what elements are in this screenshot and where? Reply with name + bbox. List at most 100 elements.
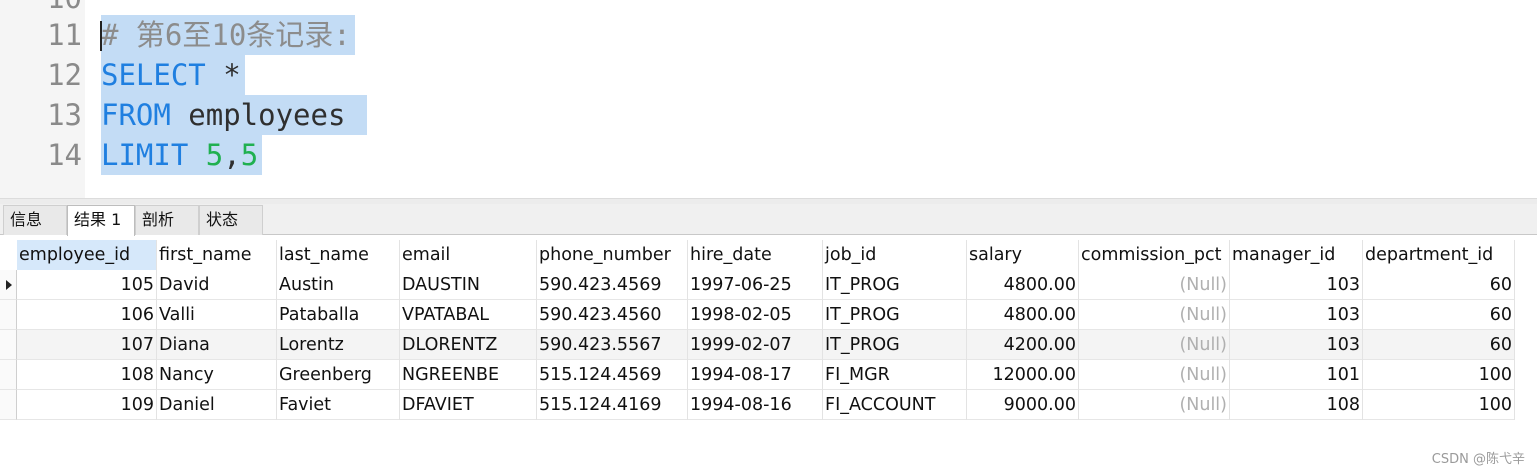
cell-employee-id[interactable]: 106 [17,300,157,330]
column-header-commission-pct[interactable]: commission_pct [1079,240,1230,270]
column-header-employee-id[interactable]: employee_id [17,240,157,270]
cell-commission-pct[interactable]: (Null) [1079,300,1230,330]
editor-line[interactable]: 14 LIMIT 5,5 [0,135,1537,175]
cell-salary[interactable]: 9000.00 [967,390,1079,420]
sql-editor[interactable]: 10 11# 第6至10条记录:12SELECT *13FROM employe… [0,0,1537,198]
cell-salary[interactable]: 12000.00 [967,360,1079,390]
line-number: 11 [47,18,82,52]
cell-email[interactable]: VPATABAL [400,300,537,330]
row-header[interactable] [0,300,17,330]
cell-last-name[interactable]: Pataballa [277,300,400,330]
watermark: CSDN @陈弋辛 [1431,452,1525,467]
cell-manager-id[interactable]: 101 [1230,360,1363,390]
code-text-selected: FROM employees [101,95,367,135]
code-token-kw: SELECT [101,58,206,92]
cell-job-id[interactable]: IT_PROG [823,270,967,300]
cell-phone-number[interactable]: 590.423.5567 [537,330,688,360]
editor-line[interactable]: 12 SELECT * [0,55,1537,95]
cell-department-id[interactable]: 60 [1363,270,1515,300]
current-row-indicator-icon [6,280,12,290]
cell-manager-id[interactable]: 103 [1230,330,1363,360]
cell-salary[interactable]: 4800.00 [967,270,1079,300]
column-header-email[interactable]: email [400,240,537,270]
result-tabs: 信息 结果 1 剖析 状态 [0,204,1537,236]
cell-manager-id[interactable]: 103 [1230,270,1363,300]
cell-job-id[interactable]: FI_MGR [823,360,967,390]
cell-email[interactable]: NGREENBE [400,360,537,390]
cell-last-name[interactable]: Lorentz [277,330,400,360]
cell-department-id[interactable]: 60 [1363,330,1515,360]
cell-first-name[interactable]: Nancy [157,360,277,390]
cell-last-name[interactable]: Greenberg [277,360,400,390]
cell-employee-id[interactable]: 108 [17,360,157,390]
tab-0[interactable]: 信息 [3,205,67,235]
line-number: 14 [47,138,82,172]
cell-email[interactable]: DFAVIET [400,390,537,420]
column-header-first-name[interactable]: first_name [157,240,277,270]
cell-job-id[interactable]: IT_PROG [823,330,967,360]
cell-hire-date[interactable]: 1998-02-05 [688,300,823,330]
cell-employee-id[interactable]: 107 [17,330,157,360]
code-text-selected: SELECT * [101,55,245,95]
row-header[interactable] [0,390,17,420]
cell-manager-id[interactable]: 108 [1230,390,1363,420]
editor-line[interactable]: 13 FROM employees [0,95,1537,135]
tab-2[interactable]: 剖析 [135,205,199,235]
cell-last-name[interactable]: Faviet [277,390,400,420]
cell-phone-number[interactable]: 515.124.4569 [537,360,688,390]
cell-commission-pct[interactable]: (Null) [1079,330,1230,360]
column-header-hire-date[interactable]: hire_date [688,240,823,270]
result-grid[interactable]: employee_id first_name last_name email phone… [0,236,1537,422]
column-header-last-name[interactable]: last_name [277,240,400,270]
cell-job-id[interactable]: IT_PROG [823,300,967,330]
table-row[interactable]: 106 Valli Pataballa VPATABAL 590.423.4560 199… [17,300,1515,330]
cell-commission-pct[interactable]: (Null) [1079,360,1230,390]
tab-3[interactable]: 状态 [199,205,263,235]
cell-job-id[interactable]: FI_ACCOUNT [823,390,967,420]
cell-phone-number[interactable]: 515.124.4169 [537,390,688,420]
cell-phone-number[interactable]: 590.423.4569 [537,270,688,300]
table-row[interactable]: 109 Daniel Faviet DFAVIET 515.124.4169 1994-0… [17,390,1515,420]
cell-department-id[interactable]: 100 [1363,360,1515,390]
column-header-manager-id[interactable]: manager_id [1230,240,1363,270]
cell-first-name[interactable]: Diana [157,330,277,360]
column-header-department-id[interactable]: department_id [1363,240,1515,270]
cell-salary[interactable]: 4200.00 [967,330,1079,360]
tab-1[interactable]: 结果 1 [67,205,135,236]
column-header-phone-number[interactable]: phone_number [537,240,688,270]
cell-hire-date[interactable]: 1999-02-07 [688,330,823,360]
cell-employee-id[interactable]: 105 [17,270,157,300]
cell-email[interactable]: DAUSTIN [400,270,537,300]
table-row[interactable]: 105 David Austin DAUSTIN 590.423.4569 1997-06… [17,270,1515,300]
cell-last-name[interactable]: Austin [277,270,400,300]
editor-line[interactable]: 11 # 第6至10条记录: [0,15,1537,55]
code-token-kw: FROM [101,98,171,132]
code-token-plain: , [223,138,241,172]
cell-email[interactable]: DLORENTZ [400,330,537,360]
cell-first-name[interactable]: David [157,270,277,300]
row-header[interactable] [0,360,17,390]
cell-commission-pct[interactable]: (Null) [1079,390,1230,420]
table-row[interactable]: 107 Diana Lorentz DLORENTZ 590.423.5567 1999-… [17,330,1515,360]
cell-hire-date[interactable]: 1994-08-16 [688,390,823,420]
cell-hire-date[interactable]: 1994-08-17 [688,360,823,390]
row-header[interactable] [0,330,17,360]
cell-salary[interactable]: 4800.00 [967,300,1079,330]
cell-commission-pct[interactable]: (Null) [1079,270,1230,300]
cell-first-name[interactable]: Daniel [157,390,277,420]
code-text-selected: # 第6至10条记录: [101,15,355,55]
cell-hire-date[interactable]: 1997-06-25 [688,270,823,300]
code-text-selected: LIMIT 5,5 [101,135,263,175]
cell-manager-id[interactable]: 103 [1230,300,1363,330]
column-header-salary[interactable]: salary [967,240,1079,270]
cell-first-name[interactable]: Valli [157,300,277,330]
cell-department-id[interactable]: 60 [1363,300,1515,330]
cell-phone-number[interactable]: 590.423.4560 [537,300,688,330]
row-header[interactable] [0,270,17,300]
column-header-job-id[interactable]: job_id [823,240,967,270]
code-token-comment: # 第6至10条记录: [101,18,351,52]
cell-employee-id[interactable]: 109 [17,390,157,420]
cell-department-id[interactable]: 100 [1363,390,1515,420]
code-token-num: 5 [205,138,224,172]
table-row[interactable]: 108 Nancy Greenberg NGREENBE 515.124.4569 199… [17,360,1515,390]
